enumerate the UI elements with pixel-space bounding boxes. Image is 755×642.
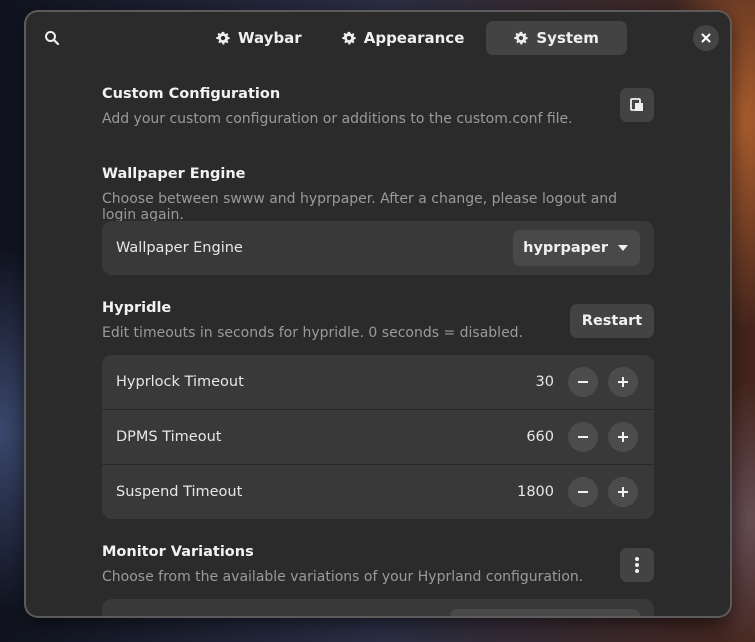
wallpaper-engine-row: Wallpaper Engine hyprpaper [102,221,654,275]
row-label: Suspend Timeout [116,484,243,500]
decrement-button[interactable] [568,477,598,507]
tab-waybar[interactable]: Waybar [198,21,320,55]
row-label: Hyprlock Timeout [116,374,244,390]
monitor-variations-card [102,599,654,616]
minus-icon [578,436,588,438]
row-label: DPMS Timeout [116,429,222,445]
gear-icon [216,31,230,45]
decrement-button[interactable] [568,422,598,452]
monitor-variations-description: Choose from the available variations of … [102,569,584,585]
monitor-variations-title: Monitor Variations [102,544,254,560]
wallpaper-engine-selected: hyprpaper [523,240,608,256]
decrement-button[interactable] [568,367,598,397]
increment-button[interactable] [608,422,638,452]
increment-button[interactable] [608,367,638,397]
restart-button[interactable]: Restart [570,304,654,338]
tab-system[interactable]: System [486,21,627,55]
monitor-variations-menu-button[interactable] [620,548,654,582]
tab-bar: Waybar Appearance System [198,21,627,55]
plus-icon [618,432,628,442]
tab-label: Appearance [363,29,465,47]
hyprlock-timeout-row: Hyprlock Timeout 30 [102,355,654,409]
monitor-variations-dropdown[interactable] [450,609,640,616]
edit-file-icon [630,98,643,111]
hypridle-card: Hyprlock Timeout 30 DPMS Timeout 660 Sus… [102,355,654,519]
settings-window: Waybar Appearance System Custom Configur… [26,12,730,616]
wallpaper-engine-dropdown[interactable]: hyprpaper [513,230,640,266]
search-button[interactable] [36,22,68,54]
minus-icon [578,381,588,383]
plus-icon [618,377,628,387]
timeout-value[interactable]: 1800 [517,484,554,500]
search-icon [45,31,60,46]
close-button[interactable] [693,25,719,51]
wallpaper-engine-description: Choose between swww and hyprpaper. After… [102,191,618,223]
chevron-down-icon [618,245,628,251]
wallpaper-engine-label: Wallpaper Engine [116,240,243,256]
gear-icon [514,31,529,45]
suspend-timeout-row: Suspend Timeout 1800 [102,464,654,519]
minus-icon [578,491,588,493]
tab-appearance[interactable]: Appearance [324,21,483,55]
hypridle-title: Hypridle [102,300,172,316]
dpms-timeout-row: DPMS Timeout 660 [102,409,654,464]
timeout-value[interactable]: 660 [526,429,554,445]
wallpaper-engine-title: Wallpaper Engine [102,166,246,182]
close-icon [701,33,711,43]
tab-label: Waybar [238,29,302,47]
edit-custom-config-button[interactable] [620,88,654,122]
wallpaper-engine-card: Wallpaper Engine hyprpaper [102,221,654,275]
timeout-value[interactable]: 30 [536,374,554,390]
custom-config-title: Custom Configuration [102,86,281,102]
hypridle-description: Edit timeouts in seconds for hypridle. 0… [102,325,524,341]
plus-icon [618,487,628,497]
custom-config-description: Add your custom configuration or additio… [102,111,573,127]
vertical-dots-icon [635,557,639,573]
increment-button[interactable] [608,477,638,507]
header-bar: Waybar Appearance System [26,12,730,64]
tab-label: System [536,29,599,47]
gear-icon [341,31,356,45]
